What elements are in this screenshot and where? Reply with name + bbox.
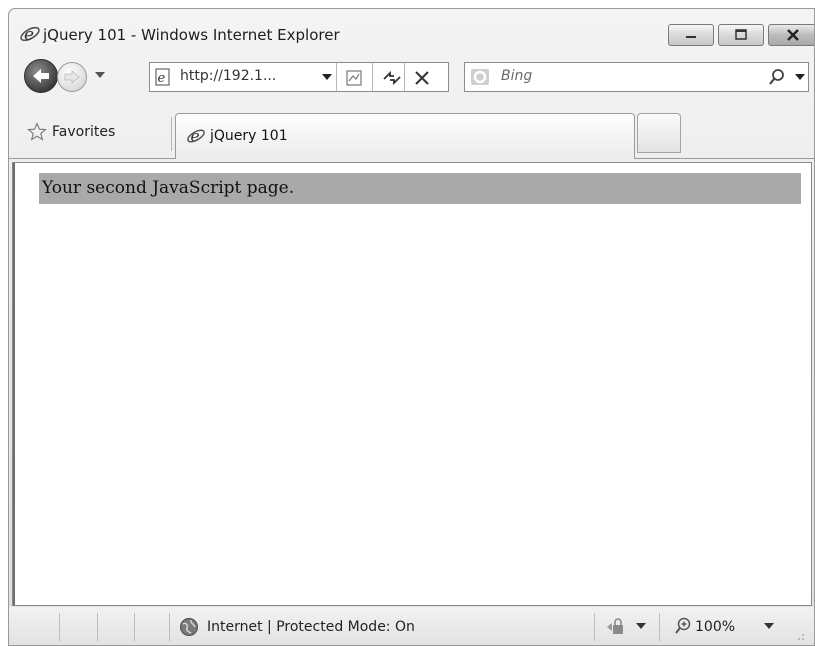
- globe-icon[interactable]: [179, 617, 199, 637]
- navigation-bar: e http://192.1... Bing: [9, 55, 814, 93]
- forward-button[interactable]: [57, 62, 87, 92]
- close-button[interactable]: [768, 24, 814, 46]
- page-viewport: Your second JavaScript page.: [12, 162, 812, 606]
- refresh-icon[interactable]: [382, 69, 402, 87]
- minimize-icon: [686, 36, 696, 38]
- tab-bar: Favorites e jQuery 101: [9, 109, 814, 159]
- favorites-button[interactable]: Favorites: [27, 120, 115, 144]
- tab-jquery-101[interactable]: e jQuery 101: [175, 113, 635, 159]
- address-divider: [336, 63, 337, 91]
- status-divider: [169, 613, 170, 641]
- browser-window: e jQuery 101 - Windows Internet Explorer: [8, 8, 815, 646]
- address-divider: [404, 63, 405, 91]
- svg-text:e: e: [158, 71, 166, 86]
- status-divider: [134, 613, 135, 641]
- tab-divider: [171, 117, 172, 151]
- compatibility-view-icon[interactable]: [345, 69, 363, 87]
- window-controls: [668, 24, 814, 46]
- maximize-icon: [735, 29, 747, 40]
- minimize-button[interactable]: [668, 24, 714, 46]
- forward-arrow-icon: [64, 70, 80, 84]
- status-bar: Internet | Protected Mode: On 100%: [9, 607, 814, 645]
- search-button[interactable]: [760, 63, 794, 91]
- search-dropdown-icon[interactable]: [795, 73, 805, 81]
- back-arrow-icon: [33, 69, 49, 83]
- svg-text:e: e: [191, 127, 200, 145]
- security-dropdown-icon[interactable]: [636, 622, 646, 630]
- address-bar[interactable]: e http://192.1...: [149, 62, 449, 92]
- status-divider: [59, 613, 60, 641]
- viewport-edge: [13, 163, 15, 605]
- status-divider: [594, 613, 595, 641]
- status-divider: [97, 613, 98, 641]
- zoom-dropdown-icon[interactable]: [764, 622, 774, 630]
- window-title: jQuery 101 - Windows Internet Explorer: [43, 26, 340, 44]
- tab-title: jQuery 101: [210, 128, 288, 144]
- svg-text:e: e: [24, 25, 34, 45]
- ie-logo-icon: e: [187, 127, 205, 145]
- lock-icon[interactable]: [604, 617, 626, 637]
- page-icon: e: [155, 68, 170, 86]
- bing-logo-icon: [471, 69, 489, 85]
- security-zone-status[interactable]: Internet | Protected Mode: On: [207, 619, 415, 635]
- maximize-button[interactable]: [718, 24, 764, 46]
- new-tab-button[interactable]: [637, 113, 681, 153]
- zoom-level[interactable]: 100%: [695, 619, 735, 635]
- status-divider: [659, 613, 660, 641]
- search-input[interactable]: Bing: [501, 68, 532, 84]
- close-icon: [787, 29, 799, 41]
- back-button[interactable]: [24, 59, 58, 93]
- resize-grip-icon[interactable]: [793, 629, 805, 641]
- page-heading: Your second JavaScript page.: [39, 173, 801, 204]
- favorites-label: Favorites: [52, 124, 116, 140]
- recent-pages-dropdown-icon[interactable]: [94, 70, 106, 80]
- ie-logo-icon: e: [20, 25, 40, 45]
- zoom-icon[interactable]: [674, 617, 692, 635]
- stop-icon[interactable]: [413, 69, 431, 87]
- address-dropdown-icon[interactable]: [322, 73, 332, 81]
- search-box[interactable]: Bing: [464, 62, 809, 92]
- title-bar: e jQuery 101 - Windows Internet Explorer: [9, 9, 814, 49]
- address-input[interactable]: http://192.1...: [180, 68, 276, 84]
- address-divider: [372, 63, 373, 91]
- magnifier-icon: [769, 69, 784, 85]
- star-icon: [27, 122, 47, 141]
